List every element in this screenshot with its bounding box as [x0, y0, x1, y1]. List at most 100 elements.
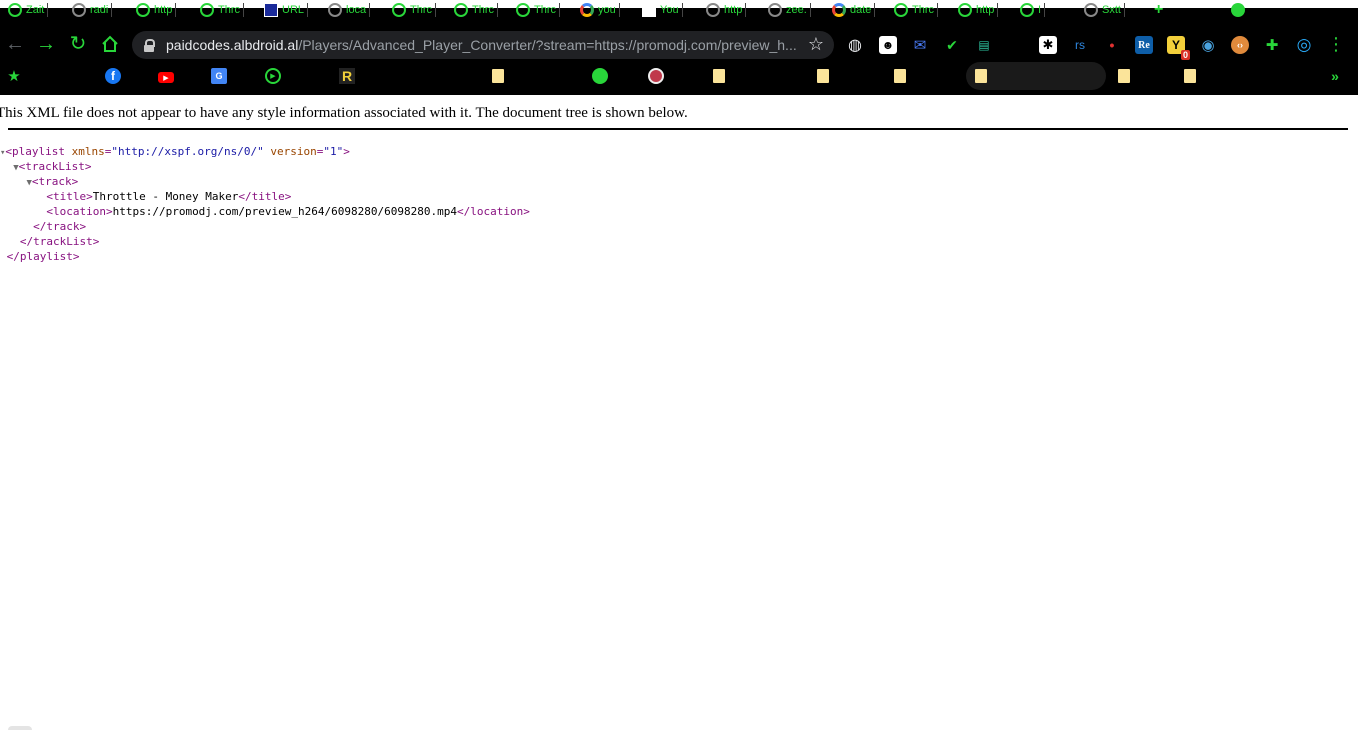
xml-line-track-open: ▼<track>	[0, 174, 530, 189]
globe-icon	[328, 3, 342, 17]
tab-label: Thrc	[472, 4, 494, 16]
bookmarks-bar: ★ f ▶ G ▶ R »	[0, 64, 1358, 90]
extension-glyph: Re	[1138, 39, 1150, 51]
tab-2[interactable]: radi	[72, 0, 113, 20]
code-extension-icon[interactable]: ‹›	[1231, 36, 1249, 54]
tab-separator	[497, 3, 498, 17]
bookmark-star-icon[interactable]: ☆	[808, 34, 824, 55]
tab-label: date	[850, 4, 872, 16]
mail-extension-icon[interactable]: ✉	[911, 36, 929, 54]
dict-extension-icon[interactable]: ▤	[975, 36, 993, 54]
extension-glyph: Y	[1171, 38, 1180, 52]
lock-icon[interactable]	[144, 39, 155, 52]
tab-separator	[937, 3, 938, 17]
tab-label: zee.	[786, 4, 807, 16]
xml-attr-value: "1"	[323, 145, 344, 158]
tab-separator	[681, 3, 683, 17]
menu-dots-icon[interactable]: ⋮	[1325, 33, 1347, 55]
folder-bookmark-icon[interactable]	[1184, 69, 1196, 83]
tab-13[interactable]: zee.	[768, 0, 811, 20]
youtube-bookmark-icon[interactable]: ▶	[158, 72, 174, 83]
rs-extension-icon[interactable]: rs	[1071, 36, 1089, 54]
green-play-icon	[516, 3, 530, 17]
xml-line-playlist-close: </playlist>	[0, 249, 530, 264]
tools-icon	[264, 3, 278, 17]
address-bar[interactable]: paidcodes.albdroid.al/Players/Advanced_P…	[132, 31, 834, 59]
red-badge-bookmark-icon[interactable]	[648, 68, 664, 84]
tab-11[interactable]: You	[642, 0, 683, 20]
folder-bookmark-icon[interactable]	[894, 69, 906, 83]
home-icon[interactable]	[99, 33, 121, 55]
tab-separator	[809, 3, 811, 17]
tab-8[interactable]: Thrc	[454, 0, 498, 20]
tab-9[interactable]: Thrc	[516, 0, 560, 20]
folder-bookmark-icon[interactable]	[817, 69, 829, 83]
tab-label: Thrc	[410, 4, 432, 16]
folder-bookmark-icon[interactable]	[1118, 69, 1130, 83]
github-icon	[768, 3, 782, 17]
xml-tag: <title>	[46, 190, 93, 203]
google-icon	[832, 3, 846, 17]
tab-4[interactable]: Thrc	[200, 0, 244, 20]
puzzle-extension-icon[interactable]: ✚	[1263, 36, 1281, 54]
green-play-icon	[136, 3, 150, 17]
green-play-icon	[454, 3, 468, 17]
url-text[interactable]: paidcodes.albdroid.al/Players/Advanced_P…	[166, 37, 797, 53]
tab-separator	[1123, 3, 1125, 17]
facebook-bookmark-icon[interactable]: f	[105, 68, 121, 84]
scrollbar-nub[interactable]	[8, 726, 32, 730]
globe-bookmark-icon[interactable]	[592, 68, 608, 84]
tab-separator	[369, 3, 371, 17]
tab-separator	[47, 3, 49, 17]
tab-3[interactable]: http	[136, 0, 177, 20]
extension-glyph: ◉	[1201, 37, 1215, 54]
green-play-icon	[894, 3, 908, 17]
check-extension-icon[interactable]: ✔	[943, 36, 961, 54]
xml-tag: </track>	[33, 220, 87, 233]
tab-16[interactable]: http	[958, 0, 999, 20]
profile-icon[interactable]	[1231, 0, 1245, 20]
xml-tag: <playlist	[5, 145, 66, 158]
tab-14[interactable]: date	[832, 0, 876, 20]
extension-glyph: ✔	[946, 36, 958, 53]
forward-arrow-icon[interactable]: →	[35, 33, 57, 55]
tab-1[interactable]: Zait	[8, 0, 49, 20]
spy-extension-icon[interactable]: ☻	[879, 36, 897, 54]
earth-extension-icon[interactable]: ◉	[1199, 36, 1217, 54]
target-extension-icon[interactable]: ◎	[1295, 35, 1313, 54]
blank-page-icon	[642, 3, 656, 17]
tab-separator	[111, 3, 113, 17]
xml-line-playlist-open: ▾<playlist xmlns="http://xspf.org/ns/0/"…	[0, 145, 350, 158]
star-bookmark-icon[interactable]: ★	[6, 68, 22, 85]
tab-15[interactable]: Thrc	[894, 0, 938, 20]
extension-glyph: ◍	[848, 37, 862, 54]
green-play-bookmark-icon[interactable]: ▶	[265, 68, 281, 84]
re-extension-icon[interactable]: Re	[1135, 36, 1153, 54]
r-bookmark-icon[interactable]: R	[339, 68, 355, 84]
translate-bookmark-icon[interactable]: G	[211, 68, 227, 84]
tab-7[interactable]: Thrc	[392, 0, 436, 20]
tab-separator	[1044, 3, 1046, 17]
tab-17[interactable]: I	[1020, 0, 1046, 20]
tab-18[interactable]: Sxtt	[1084, 0, 1125, 20]
extension-glyph: rs	[1075, 38, 1085, 52]
tab-6[interactable]: loca	[328, 0, 371, 20]
bookmarks-overflow-icon[interactable]: »	[1327, 68, 1343, 84]
asterisk-extension-icon[interactable]: ✱	[1039, 36, 1057, 54]
folder-bookmark-icon[interactable]	[492, 69, 504, 83]
new-tab-button[interactable]: +	[1154, 0, 1163, 20]
folder-bookmark-icon[interactable]	[975, 69, 987, 83]
globe-extension-icon[interactable]: ◍	[846, 36, 864, 54]
back-arrow-icon[interactable]: ←	[4, 33, 26, 55]
tab-label: Thrc	[912, 4, 934, 16]
tab-5[interactable]: URL	[264, 0, 309, 20]
reload-icon[interactable]: ↻	[67, 33, 89, 55]
xml-tree: ▾<playlist xmlns="http://xspf.org/ns/0/"…	[0, 144, 530, 264]
y-extension-icon[interactable]: Y0	[1167, 36, 1190, 60]
tab-12[interactable]: http	[706, 0, 747, 20]
xml-line-tracklist-close: </trackList>	[0, 234, 530, 249]
green-play-icon	[200, 3, 214, 17]
red-dot-extension-icon[interactable]: •	[1103, 36, 1121, 54]
tab-10[interactable]: you	[580, 0, 620, 20]
folder-bookmark-icon[interactable]	[713, 69, 725, 83]
